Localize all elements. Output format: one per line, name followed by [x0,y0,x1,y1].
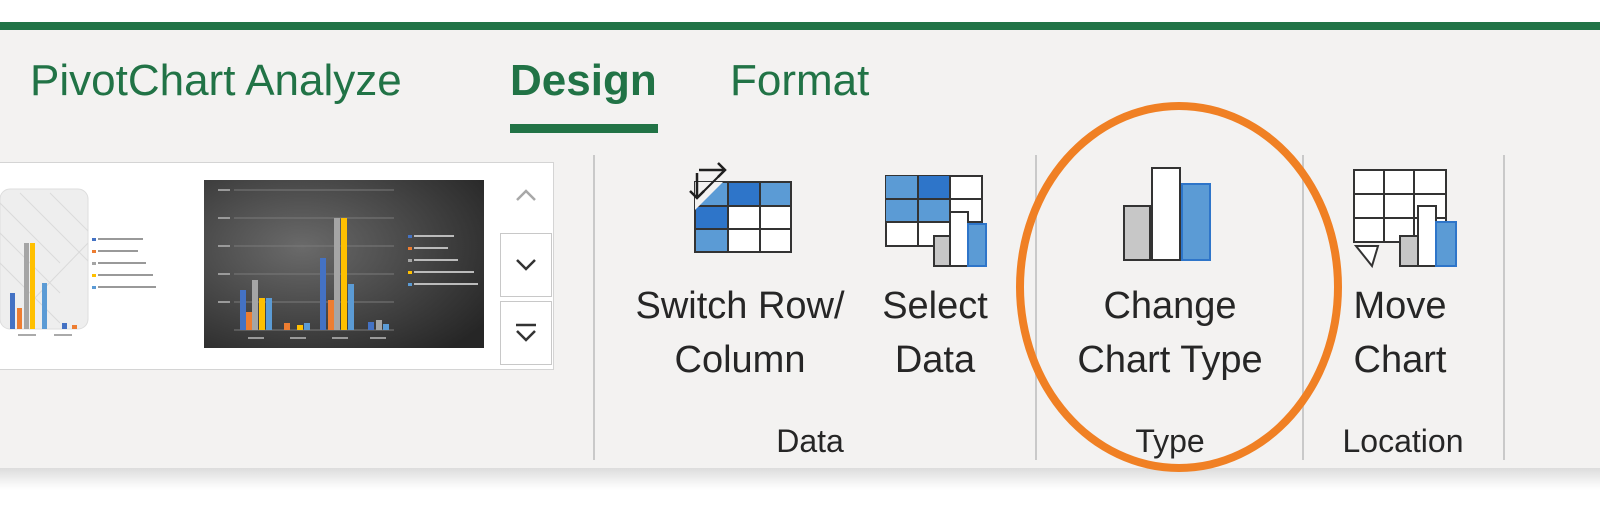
gallery-scroll-down-button[interactable] [500,233,552,297]
more-chevron-icon [516,323,536,342]
chart-style-option-2[interactable] [204,180,484,348]
group-label-data: Data [776,423,844,459]
switch-row-column-label-line1: Switch Row/ [635,285,845,327]
group-label-type: Type [1135,423,1205,459]
tab-format[interactable]: Format [730,56,869,106]
chevron-down-icon [516,259,536,271]
move-chart-label-line1: Move [1353,285,1447,327]
gallery-scroll-up-button[interactable] [500,163,552,227]
gallery-scroll [500,163,552,369]
chart-styles-gallery [0,162,554,370]
tab-pivotchart-analyze[interactable]: PivotChart Analyze [30,56,402,106]
switch-row-column-button[interactable]: Switch Row/ Column [615,158,865,398]
group-separator [593,155,595,460]
change-chart-type-button[interactable]: Change Chart Type [1050,158,1290,398]
select-data-icon [885,175,987,267]
ribbon-bottom-shadow [0,468,1600,490]
group-separator [1035,155,1037,460]
tab-design[interactable]: Design [510,56,657,106]
group-separator [1302,155,1304,460]
switch-row-column-icon [689,162,792,253]
move-chart-button[interactable]: Move Chart [1330,158,1470,398]
chevron-up-icon [516,189,536,201]
group-separator [1503,155,1505,460]
change-chart-type-label-line1: Change [1103,285,1237,327]
change-chart-type-icon [1123,167,1211,261]
select-data-label-line1: Select [882,285,988,327]
select-data-label-line2: Data [894,338,976,381]
move-chart-label-line2: Chart [1353,338,1447,381]
select-data-button[interactable]: Select Data [870,158,1000,398]
top-accent-bar [0,22,1600,30]
change-chart-type-label-line2: Chart Type [1077,338,1263,381]
gallery-more-button[interactable] [500,301,552,365]
switch-row-column-label-line2: Column [674,338,806,381]
move-chart-icon [1353,169,1457,269]
group-label-location: Location [1342,423,1464,459]
active-tab-indicator [510,124,658,133]
chart-style-option-1[interactable] [0,183,176,343]
